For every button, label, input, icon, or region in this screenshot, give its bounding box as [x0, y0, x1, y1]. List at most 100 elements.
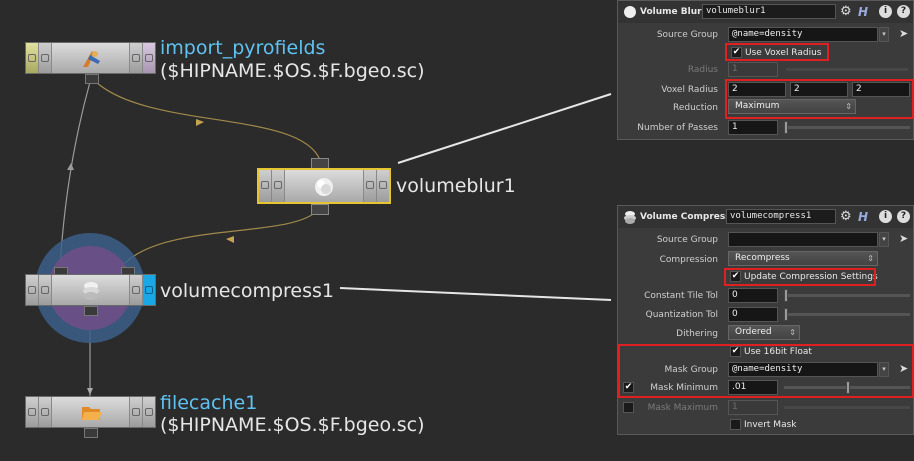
voxel-radius-label: Voxel Radius [661, 85, 718, 95]
display-flag[interactable] [142, 43, 155, 73]
template-flag[interactable] [363, 170, 376, 202]
mask-max-slider [784, 406, 910, 409]
import-file-icon [83, 51, 100, 67]
lock-flag[interactable] [272, 170, 285, 202]
lock-flag[interactable] [39, 275, 52, 305]
source-group-label: Source Group [656, 235, 718, 245]
panel-header: Volume Blur volumeblur1 ⚙ H i ? [618, 1, 913, 23]
wire-arrow [226, 236, 234, 243]
node-name-field[interactable]: volumeblur1 [702, 4, 836, 19]
lock-flag[interactable] [39, 43, 52, 73]
output-connector[interactable] [84, 428, 98, 438]
node-path-import: ($HIPNAME.$OS.$F.bgeo.sc) [160, 60, 425, 82]
volume-blur-panel: Volume Blur volumeblur1 ⚙ H i ? Source G… [617, 0, 914, 140]
compression-value: Recompress [735, 253, 790, 263]
node-type-label: Volume Compress [640, 212, 731, 222]
info-icon[interactable]: i [879, 5, 892, 18]
node-import-pyrofields[interactable] [25, 42, 156, 80]
node-name-import[interactable]: import_pyrofields [160, 37, 325, 59]
compression-menu[interactable]: Recompress ⇕ [728, 251, 878, 266]
select-arrow-icon[interactable]: ➤ [899, 232, 908, 245]
display-flag[interactable] [376, 170, 389, 202]
bypass-flag[interactable] [26, 397, 39, 427]
output-connector[interactable] [85, 74, 99, 84]
bypass-flag[interactable] [26, 275, 39, 305]
passes-field[interactable]: 1 [728, 120, 778, 135]
highlight-use-voxel-radius [725, 43, 829, 61]
wire-arrow [67, 163, 74, 170]
wire-arrow [87, 388, 93, 395]
output-connector[interactable] [84, 306, 98, 316]
updown-icon: ⇕ [789, 328, 796, 337]
volume-compress-icon [83, 282, 99, 300]
bypass-flag[interactable] [259, 170, 272, 202]
select-arrow-icon[interactable]: ➤ [899, 27, 908, 40]
help-icon[interactable]: ? [897, 5, 910, 18]
display-flag[interactable] [142, 275, 155, 305]
bypass-flag[interactable] [26, 43, 39, 73]
passes-label: Number of Passes [637, 123, 718, 133]
quant-tol-slider[interactable] [784, 313, 910, 316]
wire-import-to-blur [95, 81, 321, 161]
node-name-field[interactable]: volumecompress1 [726, 209, 836, 224]
gear-icon[interactable]: ⚙ [840, 209, 852, 224]
radius-field: 1 [728, 62, 778, 77]
volume-compress-panel: Volume Compress volumecompress1 ⚙ H i ? … [617, 205, 914, 435]
source-group-dropdown[interactable]: ▾ [879, 232, 889, 247]
passes-slider[interactable] [784, 126, 910, 129]
lock-flag[interactable] [39, 397, 52, 427]
template-flag[interactable] [129, 275, 142, 305]
quant-tol-label: Quantization Tol [645, 310, 718, 320]
mask-max-label: Mask Maximum [647, 403, 718, 413]
node-volumeblur[interactable] [257, 168, 391, 204]
wire-arrow [196, 119, 204, 126]
node-name-compress[interactable]: volumecompress1 [160, 280, 334, 302]
display-flag[interactable] [142, 397, 155, 427]
radius-slider [786, 68, 908, 71]
highlight-voxel-radius-reduction [725, 79, 914, 119]
wire-blur-to-compress [119, 209, 319, 269]
dithering-menu[interactable]: Ordered ⇕ [728, 325, 800, 340]
template-flag[interactable] [129, 43, 142, 73]
tile-tol-slider-knob[interactable] [784, 289, 788, 302]
reduction-label: Reduction [673, 103, 718, 113]
pointer-line-blur [397, 93, 612, 164]
help-icon[interactable]: ? [897, 210, 910, 223]
file-cache-icon [82, 407, 102, 420]
output-connector[interactable] [311, 204, 329, 215]
node-name-blur[interactable]: volumeblur1 [396, 175, 516, 197]
dithering-label: Dithering [676, 329, 718, 339]
node-path-cache: ($HIPNAME.$OS.$F.bgeo.sc) [160, 414, 425, 436]
invert-mask-label[interactable]: Invert Mask [744, 420, 797, 430]
tile-tol-field[interactable]: 0 [728, 288, 778, 303]
quant-tol-slider-knob[interactable] [784, 308, 788, 321]
radius-label: Radius [687, 65, 718, 75]
node-filecache[interactable] [25, 396, 156, 428]
tile-tol-label: Constant Tile Tol [644, 291, 718, 301]
info-icon[interactable]: i [879, 210, 892, 223]
volume-blur-icon [624, 6, 636, 18]
invert-mask-checkbox[interactable] [730, 419, 741, 430]
source-group-dropdown[interactable]: ▾ [879, 27, 889, 42]
pointer-line-compress [339, 287, 612, 301]
template-flag[interactable] [129, 397, 142, 427]
dithering-value: Ordered [735, 327, 772, 337]
mask-max-field: 1 [728, 400, 778, 415]
highlight-mask-settings [618, 344, 914, 398]
node-type-label: Volume Blur [640, 7, 702, 17]
tile-tol-slider[interactable] [784, 294, 910, 297]
panel-header: Volume Compress volumecompress1 ⚙ H i ? [618, 206, 913, 228]
source-group-label: Source Group [656, 30, 718, 40]
updown-icon: ⇕ [867, 254, 874, 263]
compression-label: Compression [659, 255, 718, 265]
volume-blur-icon [315, 178, 333, 196]
source-group-field[interactable]: @name=density [728, 27, 878, 42]
node-name-cache[interactable]: filecache1 [160, 392, 257, 414]
gear-icon[interactable]: ⚙ [840, 4, 852, 19]
passes-slider-knob[interactable] [784, 121, 788, 134]
source-group-field[interactable] [728, 232, 878, 247]
help-h-icon[interactable]: H [858, 210, 868, 224]
quant-tol-field[interactable]: 0 [728, 307, 778, 322]
help-h-icon[interactable]: H [858, 5, 868, 19]
node-volumecompress[interactable] [25, 274, 156, 306]
